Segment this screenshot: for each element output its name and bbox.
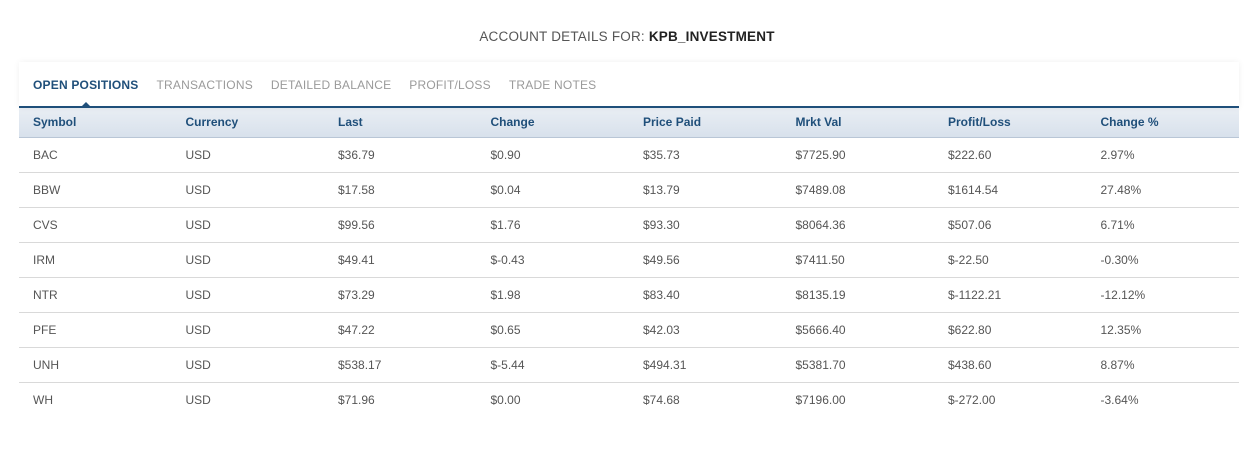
account-details-page: ACCOUNT DETAILS FOR: KPB_INVESTMENT OPEN…: [0, 0, 1254, 459]
cell-price-paid: $83.40: [629, 277, 782, 313]
column-header-price-paid[interactable]: Price Paid: [629, 108, 782, 138]
page-title-prefix: ACCOUNT DETAILS FOR:: [479, 29, 645, 44]
cell-change-pct: -3.64%: [1100, 392, 1139, 407]
cell-price-paid: $42.03: [629, 312, 782, 348]
cell-change: $0.90: [476, 137, 629, 173]
cell-mrkt-val: $5381.70: [781, 347, 934, 383]
tabs-bar: OPEN POSITIONS TRANSACTIONS DETAILED BALAN…: [19, 62, 1239, 108]
column-header-change-pct[interactable]: Change %: [1086, 108, 1239, 138]
cell-mrkt-val: $7489.08: [781, 172, 934, 208]
cell-profit-loss: $1614.54: [934, 172, 1087, 208]
cell-change-pct: 12.35%: [1086, 312, 1239, 348]
table-row[interactable]: PFE USD $47.22 $0.65 $42.03 $5666.40 $622.80 12…: [19, 312, 1239, 348]
column-header-profit-loss[interactable]: Profit/Loss: [934, 108, 1087, 138]
cell-change: $0.00: [490, 392, 521, 407]
cell-symbol: BAC: [19, 137, 172, 173]
tab-transactions[interactable]: TRANSACTIONS: [157, 62, 253, 92]
table-row[interactable]: WH USD $71.96 $0.00 $74.68 $7196.00 $-272.00 -3…: [19, 382, 1239, 417]
cell-profit-loss: $438.60: [934, 347, 1087, 383]
account-details-card: OPEN POSITIONS TRANSACTIONS DETAILED BALAN…: [19, 62, 1239, 417]
cell-price-paid: $49.56: [629, 242, 782, 278]
column-header-last[interactable]: Last: [324, 108, 477, 138]
cell-profit-loss: $-22.50: [934, 242, 1087, 278]
cell-symbol: CVS: [19, 207, 172, 243]
cell-currency: USD: [171, 207, 324, 243]
cell-currency: USD: [171, 137, 324, 173]
cell-change: $0.65: [476, 312, 629, 348]
cell-change: $1.76: [476, 207, 629, 243]
table-header-row: Symbol Currency Last Change Price Paid Mrkt V…: [19, 108, 1239, 138]
column-header-mrkt-val[interactable]: Mrkt Val: [781, 108, 934, 138]
open-positions-table: Symbol Currency Last Change Price Paid Mrkt V…: [19, 108, 1239, 417]
cell-profit-loss: $507.06: [934, 207, 1087, 243]
cell-symbol: WH: [33, 392, 53, 407]
column-header-currency[interactable]: Currency: [171, 108, 324, 138]
cell-symbol: NTR: [19, 277, 172, 313]
cell-last: $49.41: [324, 242, 477, 278]
cell-mrkt-val: $8135.19: [781, 277, 934, 313]
cell-price-paid: $35.73: [629, 137, 782, 173]
table-row[interactable]: UNH USD $538.17 $-5.44 $494.31 $5381.70 $438.6…: [19, 347, 1239, 383]
cell-currency: USD: [171, 242, 324, 278]
cell-mrkt-val: $8064.36: [781, 207, 934, 243]
table-row[interactable]: IRM USD $49.41 $-0.43 $49.56 $7411.50 $-22.50-…: [19, 242, 1239, 278]
cell-change-pct: 6.71%: [1086, 207, 1239, 243]
cell-price-paid: $494.31: [629, 347, 782, 383]
cell-change-pct: 8.87%: [1086, 347, 1239, 383]
cell-mrkt-val: $7196.00: [795, 392, 846, 407]
cell-last: $99.56: [324, 207, 477, 243]
tab-profit-loss[interactable]: PROFIT/LOSS: [409, 62, 491, 92]
cell-last: $36.79: [324, 137, 477, 173]
cell-profit-loss: $622.80: [934, 312, 1087, 348]
cell-currency: USD: [185, 392, 211, 407]
table-row[interactable]: NTR USD $73.29 $1.98 $83.40 $8135.19 $-1122.21…: [19, 277, 1239, 313]
cell-price-paid: $74.68: [643, 392, 680, 407]
cell-symbol: BBW: [19, 172, 172, 208]
tab-open-positions[interactable]: OPEN POSITIONS: [33, 62, 139, 108]
cell-currency: USD: [171, 347, 324, 383]
cell-change-pct: 2.97%: [1086, 137, 1239, 173]
table-row[interactable]: CVS USD $99.56 $1.76 $93.30 $8064.36 $507.06 6.…: [19, 207, 1239, 243]
cell-currency: USD: [171, 172, 324, 208]
cell-change-pct: -12.12%: [1086, 277, 1239, 313]
table-header: Symbol Currency Last Change Price Paid Mrkt V…: [19, 108, 1239, 138]
cell-profit-loss: $222.60: [934, 137, 1087, 173]
cell-change: $-5.44: [476, 347, 629, 383]
cell-mrkt-val: $5666.40: [781, 312, 934, 348]
cell-change: $1.98: [476, 277, 629, 313]
cell-last: $73.29: [324, 277, 477, 313]
cell-currency: USD: [171, 312, 324, 348]
cell-change: $-0.43: [476, 242, 629, 278]
cell-last: $538.17: [324, 347, 477, 383]
column-header-symbol[interactable]: Symbol: [19, 108, 172, 138]
table-row[interactable]: BBW USD $17.58 $0.04 $13.79 $7489.08 $1614.54 2…: [19, 172, 1239, 208]
tab-trade-notes[interactable]: TRADE NOTES: [509, 62, 597, 92]
cell-currency: USD: [171, 277, 324, 313]
account-name: KPB_INVESTMENT: [648, 29, 775, 44]
cell-price-paid: $13.79: [629, 172, 782, 208]
cell-profit-loss: $-272.00: [948, 392, 996, 407]
cell-price-paid: $93.30: [629, 207, 782, 243]
cell-last: $17.58: [324, 172, 477, 208]
cell-profit-loss: $-1122.21: [934, 277, 1087, 313]
cell-change-pct: 27.48%: [1086, 172, 1239, 208]
cell-symbol: UNH: [19, 347, 172, 383]
tab-detailed-balance[interactable]: DETAILED BALANCE: [271, 62, 391, 92]
cell-change: $0.04: [476, 172, 629, 208]
cell-last: $47.22: [324, 312, 477, 348]
cell-change-pct: -0.30%: [1086, 242, 1239, 278]
cell-mrkt-val: $7411.50: [781, 242, 934, 278]
cell-mrkt-val: $7725.90: [781, 137, 934, 173]
table-body: BAC USD $36.79 $0.90 $35.73 $7725.90 $222.60 2.…: [19, 137, 1239, 417]
cell-symbol: PFE: [19, 312, 172, 348]
column-header-change[interactable]: Change: [476, 108, 629, 138]
table-row[interactable]: BAC USD $36.79 $0.90 $35.73 $7725.90 $222.60 2.…: [19, 137, 1239, 173]
cell-last: $71.96: [338, 392, 375, 407]
page-title: ACCOUNT DETAILS FOR: KPB_INVESTMENT: [0, 29, 1254, 44]
cell-symbol: IRM: [19, 242, 172, 278]
